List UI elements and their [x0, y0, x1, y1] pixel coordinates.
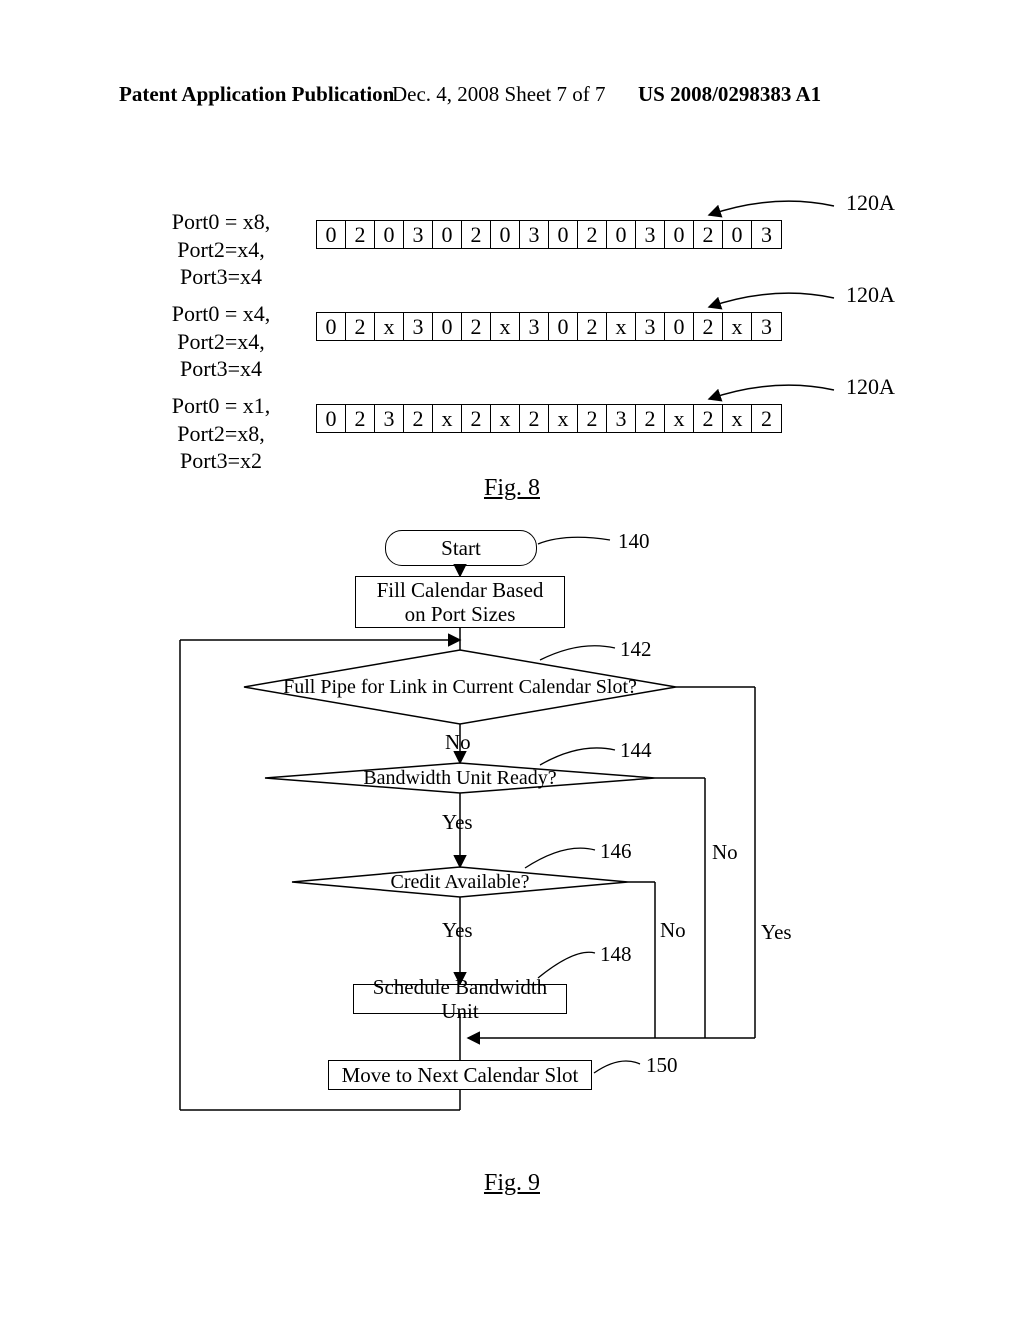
- fig8-row-1: Port0 = x4, Port2=x4, Port3=x4 0 2 x 3 0…: [136, 272, 906, 364]
- ref-140: 140: [618, 529, 650, 554]
- flow-decision-142: Full Pipe for Link in Current Calendar S…: [244, 650, 676, 724]
- calendar-cell: 3: [636, 221, 665, 248]
- calendar-cell: x: [607, 313, 636, 340]
- calendar-cell: 2: [346, 313, 375, 340]
- calendar-cell: 0: [549, 221, 578, 248]
- calendar-cell: 0: [317, 221, 346, 248]
- calendar-cell: x: [665, 405, 694, 432]
- calendar-cell: 0: [491, 221, 520, 248]
- header-middle: Dec. 4, 2008 Sheet 7 of 7: [392, 82, 605, 107]
- branch-yes-146: Yes: [442, 918, 473, 943]
- calendar-cell: x: [491, 313, 520, 340]
- fig8-config-line1: Port0 = x1,: [172, 393, 271, 418]
- calendar-cell: 3: [520, 313, 549, 340]
- callout-ref-120a: 120A: [846, 190, 895, 216]
- calendar-cell: 2: [520, 405, 549, 432]
- fig8-config-line1: Port0 = x8,: [172, 209, 271, 234]
- calendar-cell: 0: [433, 221, 462, 248]
- calendar-cell: 3: [752, 221, 781, 248]
- calendar-cell: x: [723, 313, 752, 340]
- calendar-cell: x: [549, 405, 578, 432]
- ref-142: 142: [620, 637, 652, 662]
- flow-step-140: Fill Calendar Based on Port Sizes: [355, 576, 565, 628]
- ref-148: 148: [600, 942, 632, 967]
- branch-no-142: No: [445, 730, 471, 755]
- callout-arrow: [704, 285, 836, 312]
- flow-step-148: Schedule Bandwidth Unit: [353, 984, 567, 1014]
- flow-step-150: Move to Next Calendar Slot: [328, 1060, 592, 1090]
- calendar-cell: 0: [317, 313, 346, 340]
- fig8-row-0: Port0 = x8, Port2=x4, Port3=x4 0 2 0 3 0…: [136, 180, 906, 272]
- calendar-cell: 2: [404, 405, 433, 432]
- calendar-cell: 0: [723, 221, 752, 248]
- calendar-cell: 0: [665, 221, 694, 248]
- calendar-bar: 0 2 3 2 x 2 x 2 x 2 3 2 x 2 x 2: [316, 404, 782, 433]
- calendar-cell: 2: [578, 405, 607, 432]
- calendar-cell: 3: [636, 313, 665, 340]
- calendar-bar: 0 2 x 3 0 2 x 3 0 2 x 3 0 2 x 3: [316, 312, 782, 341]
- callout-ref-120a: 120A: [846, 282, 895, 308]
- calendar-cell: 2: [694, 313, 723, 340]
- flow-decision-label: Bandwidth Unit Ready?: [331, 767, 588, 789]
- calendar-cell: 2: [346, 405, 375, 432]
- calendar-cell: 0: [317, 405, 346, 432]
- calendar-cell: 2: [462, 405, 491, 432]
- calendar-cell: 2: [636, 405, 665, 432]
- calendar-cell: 3: [607, 405, 636, 432]
- calendar-cell: 2: [694, 405, 723, 432]
- figure-9: Start Fill Calendar Based on Port Sizes …: [0, 530, 1024, 1250]
- branch-no-146: No: [660, 918, 686, 943]
- branch-yes-142: Yes: [761, 920, 792, 945]
- calendar-cell: 0: [375, 221, 404, 248]
- calendar-cell: x: [723, 405, 752, 432]
- calendar-cell: 2: [694, 221, 723, 248]
- header-left: Patent Application Publication: [119, 82, 394, 107]
- calendar-cell: 2: [462, 313, 491, 340]
- flow-start: Start: [385, 530, 537, 566]
- callout-arrow: [704, 193, 836, 220]
- branch-yes-144: Yes: [442, 810, 473, 835]
- figure-8-caption: Fig. 8: [0, 475, 1024, 502]
- flow-decision-label: Full Pipe for Link in Current Calendar S…: [251, 676, 669, 698]
- page: Patent Application Publication Dec. 4, 2…: [0, 0, 1024, 1320]
- calendar-cell: 3: [404, 313, 433, 340]
- calendar-cell: 3: [404, 221, 433, 248]
- branch-no-144: No: [712, 840, 738, 865]
- ref-144: 144: [620, 738, 652, 763]
- callout-arrow: [704, 377, 836, 404]
- calendar-cell: 2: [752, 405, 781, 432]
- flow-decision-144: Bandwidth Unit Ready?: [265, 763, 655, 793]
- calendar-cell: x: [375, 313, 404, 340]
- calendar-cell: 0: [607, 221, 636, 248]
- calendar-cell: 2: [346, 221, 375, 248]
- calendar-cell: 3: [520, 221, 549, 248]
- fig8-row-2: Port0 = x1, Port2=x8, Port3=x2 0 2 3 2 x…: [136, 364, 906, 456]
- flowchart-stage: Start Fill Calendar Based on Port Sizes …: [180, 530, 824, 1150]
- figure-9-caption: Fig. 9: [0, 1170, 1024, 1197]
- fig8-config-line2: Port2=x8, Port3=x2: [177, 421, 265, 474]
- calendar-cell: x: [433, 405, 462, 432]
- flow-decision-146: Credit Available?: [292, 867, 628, 897]
- callout-ref-120a: 120A: [846, 374, 895, 400]
- calendar-cell: 3: [752, 313, 781, 340]
- ref-150: 150: [646, 1053, 678, 1078]
- calendar-cell: 0: [433, 313, 462, 340]
- calendar-bar: 0 2 0 3 0 2 0 3 0 2 0 3 0 2 0 3: [316, 220, 782, 249]
- calendar-cell: 2: [462, 221, 491, 248]
- flow-decision-label: Credit Available?: [358, 871, 561, 893]
- calendar-cell: 2: [578, 221, 607, 248]
- header-right: US 2008/0298383 A1: [638, 82, 821, 107]
- calendar-cell: 3: [375, 405, 404, 432]
- calendar-cell: 0: [665, 313, 694, 340]
- calendar-cell: 0: [549, 313, 578, 340]
- calendar-cell: x: [491, 405, 520, 432]
- fig8-config-label: Port0 = x1, Port2=x8, Port3=x2: [136, 392, 306, 475]
- fig8-config-line1: Port0 = x4,: [172, 301, 271, 326]
- calendar-cell: 2: [578, 313, 607, 340]
- ref-146: 146: [600, 839, 632, 864]
